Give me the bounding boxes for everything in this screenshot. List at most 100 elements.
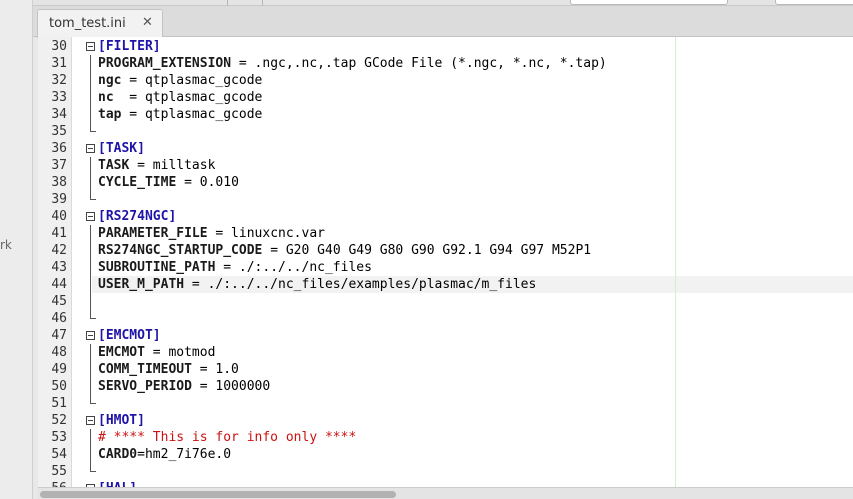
code-line[interactable]: 43 SUBROUTINE_PATH = ./:../../nc_files bbox=[38, 259, 853, 276]
document-tab-bar: tom_test.ini ✕ bbox=[33, 6, 853, 38]
config-value: = qtplasmac_gcode bbox=[121, 107, 263, 122]
config-key: CARD0 bbox=[98, 447, 138, 462]
line-number: 50 bbox=[51, 379, 67, 394]
fold-guide bbox=[90, 174, 91, 191]
fold-guide bbox=[90, 276, 91, 293]
code-line[interactable]: 40 [RS274NGC] bbox=[38, 208, 853, 225]
line-text: PROGRAM_EXTENSION = .ngc,.nc,.tap GCode … bbox=[98, 55, 607, 72]
code-line[interactable]: 31 PROGRAM_EXTENSION = .ngc,.nc,.tap GCod… bbox=[38, 55, 853, 72]
config-value: = G20 G40 G49 G80 G90 G92.1 G94 G97 M52P… bbox=[262, 243, 592, 258]
line-text: CARD0=hm2_7i76e.0 bbox=[98, 446, 231, 463]
line-number: 42 bbox=[51, 243, 67, 258]
code-line[interactable]: 52 [HMOT] bbox=[38, 412, 853, 429]
code-line[interactable]: 56 [HAL] bbox=[38, 480, 853, 487]
config-key: nc bbox=[98, 90, 114, 105]
config-value: = ./:../../nc_files/examples/plasmac/m_f… bbox=[184, 277, 537, 292]
config-value: = .ngc,.nc,.tap GCode File (*.ngc, *.nc,… bbox=[231, 56, 607, 71]
line-number: 39 bbox=[51, 192, 67, 207]
code-line[interactable]: 30 [FILTER] bbox=[38, 38, 853, 55]
line-text: COMM_TIMEOUT = 1.0 bbox=[98, 361, 239, 378]
code-line[interactable]: 42 RS274NGC_STARTUP_CODE = G20 G40 G49 G8… bbox=[38, 242, 853, 259]
close-icon[interactable]: ✕ bbox=[142, 15, 153, 30]
tab-label: tom_test.ini bbox=[49, 16, 126, 31]
fold-toggle-icon[interactable] bbox=[86, 331, 95, 340]
line-number: 51 bbox=[51, 396, 67, 411]
config-value: = 1000000 bbox=[191, 379, 271, 394]
code-line[interactable]: 39 bbox=[38, 191, 853, 208]
line-number: 36 bbox=[51, 141, 67, 156]
fold-guide bbox=[90, 378, 91, 395]
fold-toggle-icon[interactable] bbox=[86, 212, 95, 221]
fold-toggle-icon[interactable] bbox=[86, 416, 95, 425]
code-line[interactable]: 51 bbox=[38, 395, 853, 412]
line-number: 56 bbox=[38, 480, 67, 487]
line-text: # **** This is for info only **** bbox=[98, 429, 356, 446]
code-line[interactable]: 45 bbox=[38, 293, 853, 310]
config-key: COMM_TIMEOUT bbox=[98, 362, 192, 377]
line-number: 30 bbox=[51, 39, 67, 54]
line-text: RS274NGC_STARTUP_CODE = G20 G40 G49 G80 … bbox=[98, 242, 591, 259]
line-text: [RS274NGC] bbox=[98, 208, 176, 225]
fold-toggle-icon[interactable] bbox=[86, 42, 95, 51]
code-line[interactable]: 33 nc = qtplasmac_gcode bbox=[38, 89, 853, 106]
line-number: 33 bbox=[51, 90, 67, 105]
code-line[interactable]: 38 CYCLE_TIME = 0.010 bbox=[38, 174, 853, 191]
config-key: SERVO_PERIOD bbox=[98, 379, 192, 394]
fold-guide bbox=[90, 242, 91, 259]
code-line[interactable]: 37 TASK = milltask bbox=[38, 157, 853, 174]
config-value: = 0.010 bbox=[176, 175, 239, 190]
line-text: PARAMETER_FILE = linuxcnc.var bbox=[98, 225, 325, 242]
code-line[interactable]: 49 COMM_TIMEOUT = 1.0 bbox=[38, 361, 853, 378]
section-header: [TASK] bbox=[98, 141, 145, 156]
config-key: PROGRAM_EXTENSION bbox=[98, 56, 232, 71]
section-header: [FILTER] bbox=[98, 39, 161, 54]
line-text: SERVO_PERIOD = 1000000 bbox=[98, 378, 270, 395]
code-line[interactable]: 53 # **** This is for info only **** bbox=[38, 429, 853, 446]
code-line[interactable]: 36 [TASK] bbox=[38, 140, 853, 157]
toolbar-search-input[interactable] bbox=[775, 0, 853, 5]
fold-guide bbox=[90, 361, 91, 378]
line-number: 45 bbox=[51, 294, 67, 309]
toolbar-input[interactable] bbox=[570, 0, 728, 5]
config-value: = qtplasmac_gcode bbox=[113, 90, 263, 105]
code-line[interactable]: 55 bbox=[38, 463, 853, 480]
line-number: 41 bbox=[51, 226, 67, 241]
line-text: [TASK] bbox=[98, 140, 145, 157]
scrollbar-thumb[interactable] bbox=[40, 491, 396, 498]
fold-toggle-icon[interactable] bbox=[86, 144, 95, 153]
config-key: PARAMETER_FILE bbox=[98, 226, 208, 241]
code-editor[interactable]: 30 [FILTER] 31 PROGRAM_EXTENSION = .ngc,.nc… bbox=[38, 37, 853, 487]
line-text: [FILTER] bbox=[98, 38, 161, 55]
line-number: 48 bbox=[51, 345, 67, 360]
code-line[interactable]: 41 PARAMETER_FILE = linuxcnc.var bbox=[38, 225, 853, 242]
fold-guide bbox=[90, 429, 91, 446]
tab-tom-test-ini[interactable]: tom_test.ini ✕ bbox=[37, 9, 163, 38]
code-line[interactable]: 47 [EMCMOT] bbox=[38, 327, 853, 344]
config-value: =hm2_7i76e.0 bbox=[137, 447, 232, 462]
line-text: tap = qtplasmac_gcode bbox=[98, 106, 262, 123]
code-line[interactable]: 44 USER_M_PATH = ./:../../nc_files/exampl… bbox=[38, 276, 853, 293]
line-number: 32 bbox=[51, 73, 67, 88]
line-text: [HAL] bbox=[98, 480, 137, 487]
code-line[interactable]: 32 ngc = qtplasmac_gcode bbox=[38, 72, 853, 89]
line-number: 38 bbox=[51, 175, 67, 190]
fold-guide bbox=[90, 344, 91, 361]
code-line[interactable]: 34 tap = qtplasmac_gcode bbox=[38, 106, 853, 123]
fold-end-guide bbox=[90, 395, 96, 404]
horizontal-scrollbar[interactable] bbox=[38, 487, 853, 499]
line-number: 37 bbox=[51, 158, 67, 173]
config-key: RS274NGC_STARTUP_CODE bbox=[98, 243, 263, 258]
config-value: = motmod bbox=[144, 345, 216, 360]
fold-guide bbox=[90, 89, 91, 106]
code-line[interactable]: 54 CARD0=hm2_7i76e.0 bbox=[38, 446, 853, 463]
code-line[interactable]: 35 bbox=[38, 123, 853, 140]
config-key: SUBROUTINE_PATH bbox=[98, 260, 216, 275]
sidebar-partial-label: rk bbox=[0, 238, 12, 252]
code-lines[interactable]: 30 [FILTER] 31 PROGRAM_EXTENSION = .ngc,.nc… bbox=[38, 38, 853, 487]
line-number: 54 bbox=[51, 447, 67, 462]
code-line[interactable]: 46 bbox=[38, 310, 853, 327]
code-line[interactable]: 48 EMCMOT = motmod bbox=[38, 344, 853, 361]
line-number: 53 bbox=[51, 430, 67, 445]
code-line[interactable]: 50 SERVO_PERIOD = 1000000 bbox=[38, 378, 853, 395]
line-text: USER_M_PATH = ./:../../nc_files/examples… bbox=[98, 276, 536, 293]
